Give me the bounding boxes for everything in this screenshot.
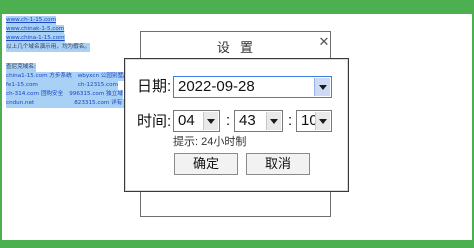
dialog-title: 设 置	[216, 41, 257, 56]
date-value: 2022-09-28	[178, 78, 255, 95]
bg-row-domain[interactable]: ch-314.com 团购安全	[6, 91, 63, 97]
chevron-down-icon	[207, 118, 215, 124]
bg-row: fe1-15.com ch-12315.com	[6, 81, 119, 90]
bg-link-2[interactable]: www.chinak-1-5.com	[6, 25, 65, 34]
chevron-down-icon	[319, 118, 327, 124]
hint-text: 提示: 24小时制	[173, 136, 247, 148]
hour-value: 04	[178, 112, 195, 129]
time-colon: :	[288, 112, 293, 129]
bg-row-other[interactable]: ch-12315.com	[78, 82, 118, 88]
bg-row-domain[interactable]: china1-15.com 方步系统	[6, 73, 72, 79]
minute-select[interactable]: 43	[234, 110, 283, 132]
time-colon: :	[226, 112, 231, 129]
bg-row: china1-15.com 方步系统 wbyxcn 公园别墅/社区	[6, 72, 137, 81]
chevron-down-icon	[270, 118, 278, 124]
cancel-button[interactable]: 取消	[246, 153, 310, 175]
bg-link-1[interactable]: www.ch-1-15.com	[6, 16, 57, 25]
ok-button[interactable]: 确定	[174, 153, 238, 175]
minute-value: 43	[239, 112, 256, 129]
date-label: 日期:	[137, 78, 172, 95]
bg-row: ch-314.com 团购安全 996315.com 独立域	[6, 90, 123, 99]
date-picker[interactable]: 2022-09-28	[173, 76, 332, 98]
date-dropdown-button[interactable]	[314, 78, 330, 96]
bg-row-domain[interactable]: cndun.net	[6, 100, 34, 106]
bg-link-3[interactable]: www.china-1-15.com	[6, 34, 65, 43]
minute-dropdown-button[interactable]	[266, 112, 281, 130]
bg-section-title: 查尼克域名:	[6, 63, 36, 72]
hour-dropdown-button[interactable]	[203, 112, 218, 130]
bg-note: 以上几个域名演示用，均为假名。	[6, 43, 90, 52]
bg-row-domain[interactable]: fe1-15.com	[6, 82, 38, 88]
bg-row: cndun.net 823315.com 详有 付款	[6, 99, 136, 108]
datetime-panel: 日期: 2022-09-28 时间: 04 : 43 : 10 提示: 24小时…	[124, 58, 349, 192]
bg-row-other[interactable]: 996315.com 独立域	[69, 91, 123, 97]
chevron-down-icon	[318, 84, 327, 90]
second-dropdown-button[interactable]	[315, 112, 330, 130]
hour-select[interactable]: 04	[173, 110, 220, 132]
time-label: 时间:	[137, 113, 172, 130]
second-select[interactable]: 10	[296, 110, 332, 132]
close-icon[interactable]: ✕	[317, 36, 331, 50]
